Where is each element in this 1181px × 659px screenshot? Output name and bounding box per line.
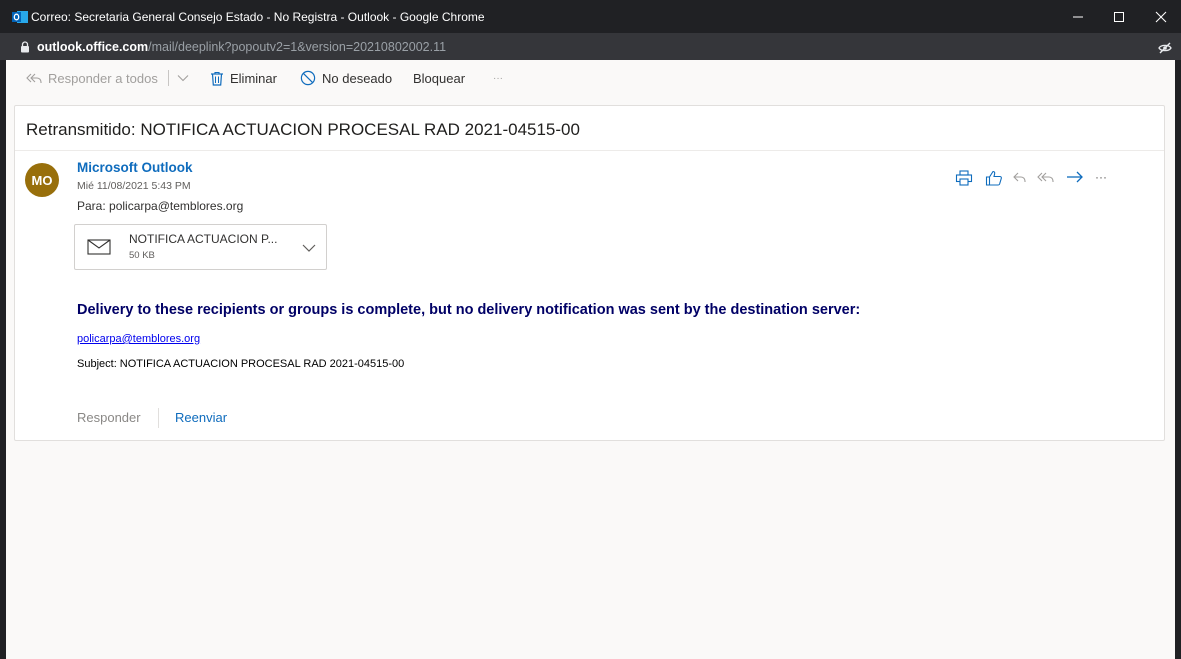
- reply-button[interactable]: Responder: [77, 410, 141, 425]
- print-icon[interactable]: [955, 170, 973, 186]
- recipient-line: Para: policarpa@temblores.org: [77, 199, 244, 213]
- reply-options-dropdown[interactable]: [177, 69, 195, 87]
- forward-button[interactable]: Reenviar: [175, 410, 227, 425]
- reading-pane: [14, 105, 1165, 441]
- junk-button[interactable]: No deseado: [300, 69, 392, 87]
- subject-divider: [15, 150, 1164, 151]
- block-label: Bloquear: [413, 70, 466, 86]
- delivery-message: Delivery to these recipients or groups i…: [77, 302, 861, 318]
- more-options-icon[interactable]: ···: [1095, 170, 1117, 186]
- window-title: Correo: Secretaria General Consejo Estad…: [31, 10, 485, 24]
- window-frame-right: [1175, 60, 1181, 659]
- attachment-card[interactable]: [74, 224, 327, 270]
- reply-all-icon[interactable]: [1037, 170, 1055, 186]
- reply-icon[interactable]: [1012, 170, 1028, 186]
- message-date: Mié 11/08/2021 5:43 PM: [77, 180, 191, 192]
- delete-button[interactable]: Eliminar: [210, 69, 277, 87]
- like-icon[interactable]: [985, 170, 1003, 186]
- more-actions-button[interactable]: ···: [493, 69, 503, 87]
- chevron-down-icon[interactable]: [302, 240, 316, 252]
- trash-icon: [211, 71, 223, 86]
- junk-label: No deseado: [322, 70, 393, 86]
- reply-all-button[interactable]: Responder a todos: [26, 69, 158, 87]
- close-window-button[interactable]: [1138, 0, 1181, 33]
- maximize-button[interactable]: [1096, 0, 1142, 33]
- toolbar-divider: [168, 70, 169, 86]
- footer-divider: [158, 408, 159, 428]
- prohibited-icon: [300, 70, 316, 86]
- outlook-app-icon: [12, 10, 28, 24]
- more-actions-label: ···: [493, 72, 503, 84]
- recipient-link[interactable]: policarpa@temblores.org: [77, 333, 200, 345]
- sender-name[interactable]: Microsoft Outlook: [77, 160, 193, 175]
- envelope-icon: [87, 237, 111, 257]
- original-subject-line: Subject: NOTIFICA ACTUACION PROCESAL RAD…: [77, 358, 405, 370]
- attachment-name: NOTIFICA ACTUACION P...: [129, 232, 278, 246]
- forward-icon[interactable]: [1066, 170, 1084, 186]
- url-text[interactable]: outlook.office.com/mail/deeplink?popoutv…: [37, 40, 446, 54]
- block-button[interactable]: Bloquear: [413, 69, 465, 87]
- url-path: /mail/deeplink?popoutv2=1&version=202108…: [148, 40, 447, 54]
- avatar[interactable]: MO: [25, 163, 59, 197]
- eye-slash-icon[interactable]: [1158, 41, 1172, 54]
- minimize-button[interactable]: [1055, 0, 1101, 33]
- attachment-size: 50 KB: [129, 250, 155, 261]
- chevron-down-icon: [177, 75, 189, 82]
- reply-all-label: Responder a todos: [48, 70, 158, 86]
- url-host: outlook.office.com: [37, 40, 149, 54]
- delete-label: Eliminar: [230, 70, 277, 86]
- lock-icon[interactable]: [20, 40, 30, 53]
- reply-all-icon: [26, 73, 42, 83]
- browser-title-bar: Correo: Secretaria General Consejo Estad…: [0, 0, 1181, 33]
- message-subject: Retransmitido: NOTIFICA ACTUACION PROCES…: [26, 120, 580, 139]
